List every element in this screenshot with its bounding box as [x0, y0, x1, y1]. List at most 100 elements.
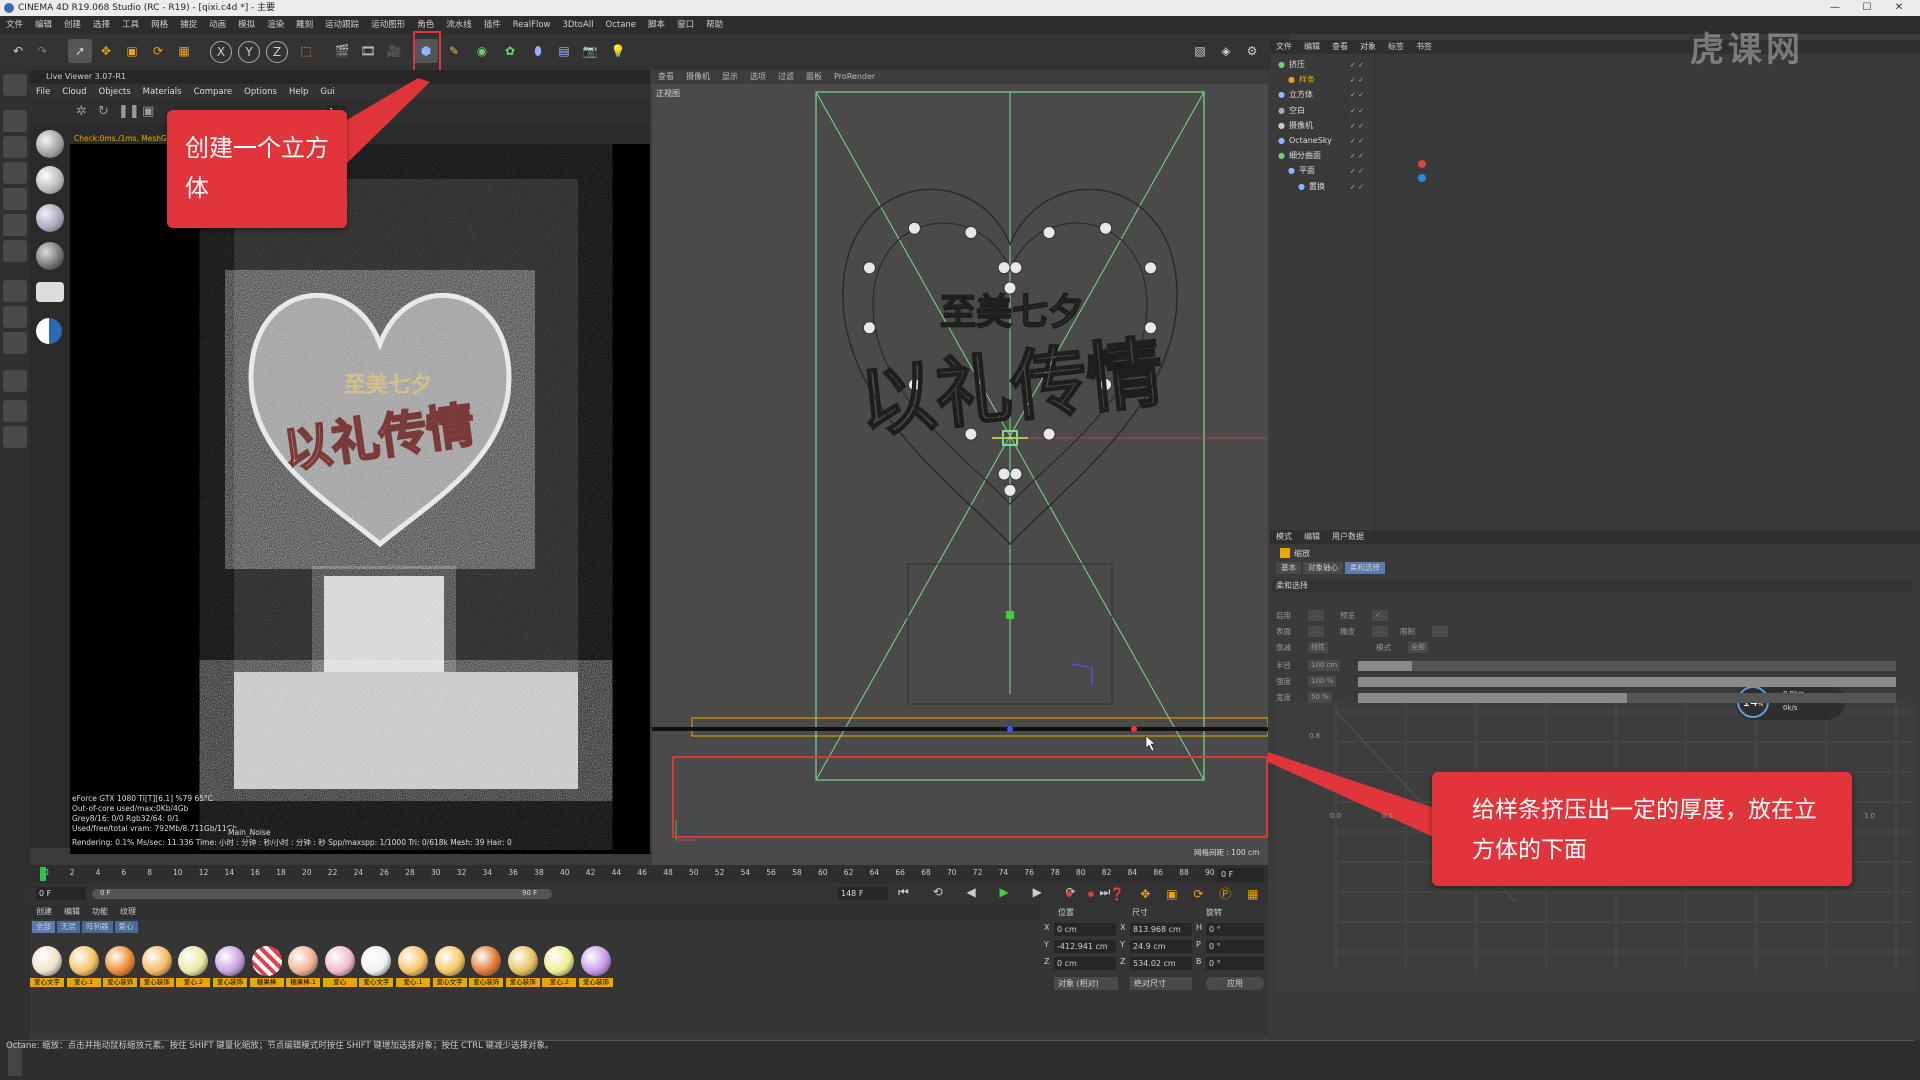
viewport-menu-item[interactable]: 过滤: [772, 70, 800, 84]
object-row[interactable]: ● 立方体: [1278, 88, 1313, 102]
size-mode-dropdown[interactable]: 绝对尺寸: [1130, 977, 1192, 990]
tweak-mode-icon[interactable]: [3, 306, 27, 328]
cube-axis-handle[interactable]: [1006, 611, 1014, 619]
polygons-mode-icon[interactable]: [3, 240, 27, 262]
size-field[interactable]: 24.9 cm: [1130, 940, 1192, 953]
object-menu-item[interactable]: 书签: [1410, 40, 1438, 54]
spline-pen-icon[interactable]: ✎: [442, 39, 466, 63]
menu-item[interactable]: 3DtoAll: [556, 16, 599, 34]
start-frame-field[interactable]: 0 F: [36, 887, 86, 900]
position-field[interactable]: -412.941 cm: [1054, 940, 1116, 953]
attribute-menu-item[interactable]: 模式: [1270, 530, 1298, 544]
texture-mode-icon[interactable]: [3, 136, 27, 158]
camera-icon[interactable]: 📷: [578, 39, 602, 63]
viewport-menu-item[interactable]: 摄像机: [680, 70, 716, 84]
rotate-tool-icon[interactable]: ⟳: [146, 39, 170, 63]
material-ball[interactable]: [215, 946, 245, 976]
timeline[interactable]: 0 2 4 6 8 10 12 14 16 18 20 22 24 26 28 30 32 34 36 38 40 42 4…: [30, 865, 1268, 905]
subdivision-surface-icon[interactable]: ◉: [470, 39, 494, 63]
diffuse-sphere-icon[interactable]: [36, 130, 64, 158]
material-menu-item[interactable]: 纹理: [114, 905, 142, 919]
menu-item[interactable]: 捕捉: [174, 16, 203, 34]
front-viewport[interactable]: 查看 摄像机 显示 选项 过滤 面板 ProRender 正视图 至美七夕 以礼传情 网格间…: [652, 70, 1268, 865]
undo-icon[interactable]: ↶: [6, 39, 30, 63]
octane-settings-icon[interactable]: ⚙: [1240, 39, 1264, 63]
attribute-menu-item[interactable]: 用户数据: [1326, 530, 1370, 544]
object-row[interactable]: ● 样条: [1288, 73, 1315, 87]
menu-item[interactable]: 创建: [58, 16, 87, 34]
visibility-toggle[interactable]: ✓ ✓: [1350, 149, 1364, 163]
menu-item[interactable]: 脚本: [642, 16, 671, 34]
attribute-tab[interactable]: 柔和选择: [1345, 562, 1385, 574]
minimize-button[interactable]: —: [1820, 0, 1850, 16]
material-ball[interactable]: [324, 946, 355, 976]
glossy-sphere-icon[interactable]: [36, 166, 64, 194]
material-ball[interactable]: [581, 946, 611, 976]
render-settings-icon[interactable]: 🎥: [382, 39, 406, 63]
z-axis-lock-button[interactable]: Z: [266, 41, 288, 63]
sky-tag-icon[interactable]: [1418, 174, 1426, 182]
material-ball[interactable]: [68, 946, 99, 976]
menu-item[interactable]: RealFlow: [507, 16, 557, 34]
grid-plane-icon[interactable]: [3, 426, 27, 448]
menu-item[interactable]: 雕刻: [290, 16, 319, 34]
attribute-field-value[interactable]: 全部: [1408, 642, 1428, 653]
viewport-menu-item[interactable]: 选项: [744, 70, 772, 84]
sculpt-icon[interactable]: [3, 370, 27, 392]
menu-item[interactable]: 网格: [145, 16, 174, 34]
attribute-field-value[interactable]: 线性: [1308, 642, 1328, 653]
visibility-toggle[interactable]: ✓ ✓: [1350, 73, 1364, 87]
attribute-field-value[interactable]: [1308, 610, 1324, 621]
material-tab[interactable]: 爱心: [114, 921, 138, 933]
object-menu-item[interactable]: 标签: [1382, 40, 1410, 54]
area-light-icon[interactable]: [36, 282, 64, 302]
menu-item[interactable]: 插件: [478, 16, 507, 34]
material-ball[interactable]: [251, 946, 282, 976]
object-row[interactable]: ● OctaneSky: [1278, 134, 1332, 148]
metallic-sphere-icon[interactable]: [36, 242, 64, 270]
menu-item[interactable]: 渲染: [261, 16, 290, 34]
menu-item[interactable]: 帮助: [700, 16, 729, 34]
menu-item[interactable]: 模拟: [232, 16, 261, 34]
last-tool-icon[interactable]: ▦: [172, 39, 196, 63]
rotation-field[interactable]: 0 °: [1206, 923, 1264, 936]
coordinate-system-icon[interactable]: ⬚: [294, 39, 318, 63]
object-row[interactable]: ● 空白: [1278, 104, 1305, 118]
visibility-toggle[interactable]: ✓ ✓: [1350, 119, 1364, 133]
material-ball[interactable]: [471, 946, 502, 976]
object-menu-item[interactable]: 对象: [1354, 40, 1382, 54]
material-menu-item[interactable]: 创建: [30, 905, 58, 919]
attribute-field-value[interactable]: [1308, 626, 1324, 637]
rotation-field[interactable]: 0 °: [1206, 957, 1264, 970]
object-menu-item[interactable]: 编辑: [1298, 40, 1326, 54]
lv-menu-item[interactable]: Options: [238, 84, 283, 100]
position-field[interactable]: 0 cm: [1054, 923, 1116, 936]
material-ball[interactable]: [141, 946, 172, 976]
pause-render-icon[interactable]: ❚❚: [118, 104, 140, 119]
menu-item[interactable]: 流水线: [440, 16, 478, 34]
preview-range-slider[interactable]: 0 F 90 F: [92, 889, 552, 899]
lock-workplane-icon[interactable]: [3, 400, 27, 422]
lv-menu-item[interactable]: Compare: [188, 84, 239, 100]
material-ball[interactable]: [434, 946, 465, 976]
snap-icon[interactable]: [3, 332, 27, 354]
settings-gear-icon[interactable]: ✲: [76, 104, 87, 119]
menu-item[interactable]: 运动图形: [365, 16, 411, 34]
menu-item[interactable]: 动画: [203, 16, 232, 34]
attribute-tab[interactable]: 对象轴心: [1303, 562, 1343, 574]
attribute-field-value[interactable]: ✓: [1372, 610, 1388, 621]
material-ball[interactable]: [398, 946, 428, 976]
material-ball[interactable]: [507, 946, 538, 976]
playhead[interactable]: [40, 867, 46, 881]
light-icon[interactable]: 💡: [606, 39, 630, 63]
specular-sphere-icon[interactable]: [36, 204, 64, 232]
render-view-icon[interactable]: 🎬: [330, 39, 354, 63]
lv-menu-item[interactable]: Help: [283, 84, 314, 100]
object-row[interactable]: ● 置换: [1298, 180, 1325, 194]
menu-item[interactable]: 选择: [87, 16, 116, 34]
material-menu-item[interactable]: 编辑: [58, 905, 86, 919]
maximize-button[interactable]: ☐: [1852, 0, 1882, 16]
lv-menu-item[interactable]: Objects: [93, 84, 137, 100]
visibility-toggle[interactable]: ✓ ✓: [1350, 104, 1364, 118]
workplane-icon[interactable]: [3, 162, 27, 184]
